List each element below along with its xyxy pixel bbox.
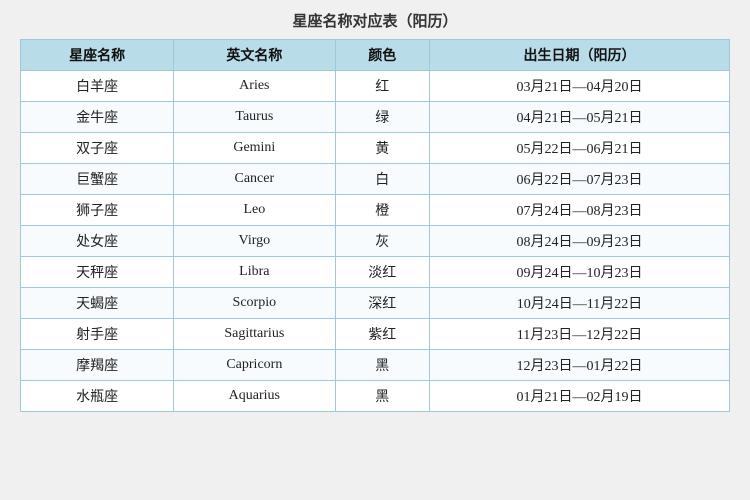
cell-english-name: Leo: [174, 195, 335, 226]
cell-chinese-name: 白羊座: [21, 71, 174, 102]
table-row: 金牛座Taurus绿04月21日—05月21日: [21, 102, 730, 133]
table-row: 天秤座Libra淡红09月24日—10月23日: [21, 257, 730, 288]
cell-date: 04月21日—05月21日: [429, 102, 729, 133]
col-header-chinese: 星座名称: [21, 40, 174, 71]
cell-english-name: Scorpio: [174, 288, 335, 319]
cell-date: 09月24日—10月23日: [429, 257, 729, 288]
cell-chinese-name: 巨蟹座: [21, 164, 174, 195]
table-row: 巨蟹座Cancer白06月22日—07月23日: [21, 164, 730, 195]
col-header-english: 英文名称: [174, 40, 335, 71]
cell-color: 黑: [335, 381, 429, 412]
cell-date: 06月22日—07月23日: [429, 164, 729, 195]
table-row: 水瓶座Aquarius黑01月21日—02月19日: [21, 381, 730, 412]
col-header-color: 颜色: [335, 40, 429, 71]
cell-color: 黄: [335, 133, 429, 164]
page-title: 星座名称对应表（阳历）: [20, 10, 730, 31]
table-row: 处女座Virgo灰08月24日—09月23日: [21, 226, 730, 257]
cell-chinese-name: 狮子座: [21, 195, 174, 226]
table-header-row: 星座名称 英文名称 颜色 出生日期（阳历）: [21, 40, 730, 71]
main-container: 星座名称对应表（阳历） 星座名称 英文名称 颜色 出生日期（阳历） 白羊座Ari…: [20, 10, 730, 412]
cell-chinese-name: 天秤座: [21, 257, 174, 288]
cell-color: 白: [335, 164, 429, 195]
cell-date: 08月24日—09月23日: [429, 226, 729, 257]
cell-english-name: Taurus: [174, 102, 335, 133]
cell-english-name: Aries: [174, 71, 335, 102]
cell-chinese-name: 摩羯座: [21, 350, 174, 381]
cell-chinese-name: 金牛座: [21, 102, 174, 133]
cell-english-name: Virgo: [174, 226, 335, 257]
cell-english-name: Libra: [174, 257, 335, 288]
cell-english-name: Capricorn: [174, 350, 335, 381]
cell-date: 12月23日—01月22日: [429, 350, 729, 381]
cell-date: 07月24日—08月23日: [429, 195, 729, 226]
table-row: 双子座Gemini黄05月22日—06月21日: [21, 133, 730, 164]
cell-english-name: Aquarius: [174, 381, 335, 412]
cell-chinese-name: 双子座: [21, 133, 174, 164]
cell-date: 10月24日—11月22日: [429, 288, 729, 319]
cell-chinese-name: 射手座: [21, 319, 174, 350]
cell-english-name: Sagittarius: [174, 319, 335, 350]
cell-date: 03月21日—04月20日: [429, 71, 729, 102]
cell-color: 黑: [335, 350, 429, 381]
col-header-date: 出生日期（阳历）: [429, 40, 729, 71]
cell-date: 05月22日—06月21日: [429, 133, 729, 164]
cell-chinese-name: 水瓶座: [21, 381, 174, 412]
cell-color: 淡红: [335, 257, 429, 288]
cell-date: 11月23日—12月22日: [429, 319, 729, 350]
cell-color: 绿: [335, 102, 429, 133]
table-row: 白羊座Aries红03月21日—04月20日: [21, 71, 730, 102]
zodiac-table: 星座名称 英文名称 颜色 出生日期（阳历） 白羊座Aries红03月21日—04…: [20, 39, 730, 412]
cell-color: 橙: [335, 195, 429, 226]
cell-english-name: Cancer: [174, 164, 335, 195]
table-row: 摩羯座Capricorn黑12月23日—01月22日: [21, 350, 730, 381]
cell-color: 深红: [335, 288, 429, 319]
cell-chinese-name: 天蝎座: [21, 288, 174, 319]
table-row: 狮子座Leo橙07月24日—08月23日: [21, 195, 730, 226]
cell-color: 灰: [335, 226, 429, 257]
cell-color: 紫红: [335, 319, 429, 350]
cell-chinese-name: 处女座: [21, 226, 174, 257]
cell-color: 红: [335, 71, 429, 102]
cell-date: 01月21日—02月19日: [429, 381, 729, 412]
table-row: 天蝎座Scorpio深红10月24日—11月22日: [21, 288, 730, 319]
cell-english-name: Gemini: [174, 133, 335, 164]
table-row: 射手座Sagittarius紫红11月23日—12月22日: [21, 319, 730, 350]
